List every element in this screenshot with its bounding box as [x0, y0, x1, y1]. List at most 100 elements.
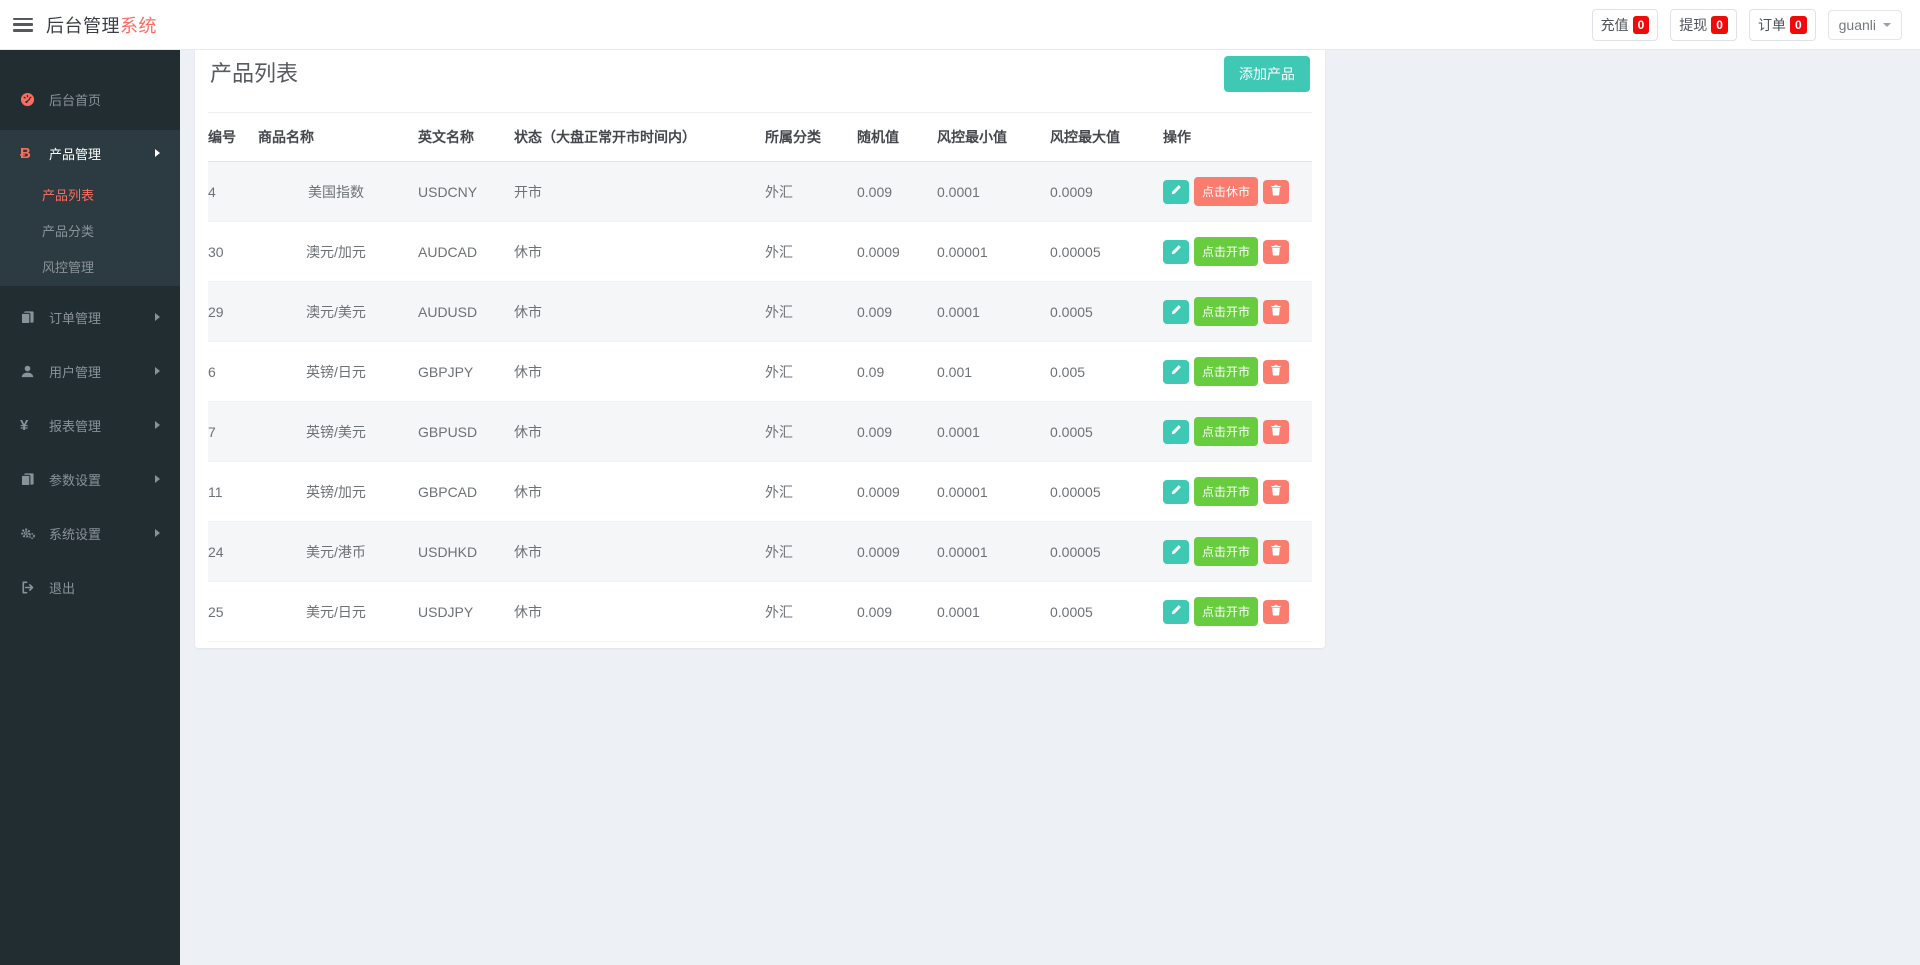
- sidebar-item-param-settings[interactable]: 参数设置: [0, 456, 180, 502]
- toggle-market-button[interactable]: 点击开市: [1194, 237, 1258, 266]
- user-icon: [20, 364, 44, 379]
- cell-risk-max: 0.0005: [1050, 282, 1163, 342]
- brand-title-accent: 系统: [120, 16, 157, 36]
- sidebar-item-label: 用户管理: [49, 362, 101, 381]
- chevron-right-icon: [155, 367, 160, 375]
- toggle-market-button[interactable]: 点击开市: [1194, 297, 1258, 326]
- trash-icon: [1270, 424, 1282, 439]
- sidebar-item-product-manage[interactable]: Ƀ产品管理: [0, 130, 180, 176]
- cell-status: 休市: [514, 582, 765, 642]
- hamburger-menu-icon[interactable]: [13, 18, 33, 32]
- gears-icon: [20, 526, 44, 541]
- cell-category: 外汇: [765, 462, 857, 522]
- sidebar-item-label: 报表管理: [49, 416, 101, 435]
- sidebar-item-order-manage[interactable]: 订单管理: [0, 294, 180, 340]
- sidebar-item-label: 产品管理: [49, 144, 101, 163]
- cell-category: 外汇: [765, 522, 857, 582]
- header-stat-orders[interactable]: 订单0: [1749, 9, 1816, 41]
- toggle-market-button[interactable]: 点击开市: [1194, 597, 1258, 626]
- sidebar-item-system-settings[interactable]: 系统设置: [0, 510, 180, 556]
- pencil-icon: [1170, 364, 1182, 379]
- sidebar-item-report-manage[interactable]: ¥ 报表管理: [0, 402, 180, 448]
- trash-icon: [1270, 184, 1282, 199]
- column-header-2: 英文名称: [418, 113, 514, 162]
- app-header: 后台管理系统 充值0 提现0 订单0 guanli: [0, 0, 1920, 50]
- cell-risk-max: 0.0005: [1050, 582, 1163, 642]
- edit-button[interactable]: [1163, 600, 1189, 624]
- cell-category: 外汇: [765, 402, 857, 462]
- yen-icon: ¥: [20, 418, 44, 433]
- cell-random: 0.009: [857, 162, 937, 222]
- edit-button[interactable]: [1163, 300, 1189, 324]
- column-header-4: 所属分类: [765, 113, 857, 162]
- cell-status: 休市: [514, 462, 765, 522]
- header-stat-recharge[interactable]: 充值0: [1592, 9, 1659, 41]
- column-header-3: 状态（大盘正常开市时间内）: [514, 113, 765, 162]
- toggle-market-button[interactable]: 点击休市: [1194, 177, 1258, 206]
- chevron-right-icon: [155, 149, 160, 157]
- edit-button[interactable]: [1163, 240, 1189, 264]
- sidebar-subitem-product-category[interactable]: 产品分类: [0, 212, 180, 248]
- edit-button[interactable]: [1163, 420, 1189, 444]
- cell-name: 美元/日元: [258, 582, 418, 642]
- dashboard-icon: [20, 92, 44, 107]
- cell-random: 0.009: [857, 402, 937, 462]
- edit-button[interactable]: [1163, 540, 1189, 564]
- add-product-button[interactable]: 添加产品: [1224, 56, 1310, 92]
- delete-button[interactable]: [1263, 600, 1289, 624]
- delete-button[interactable]: [1263, 420, 1289, 444]
- table-row-product-25: 25美元/日元USDJPY休市外汇0.0090.00010.0005点击开市: [208, 582, 1312, 642]
- delete-button[interactable]: [1263, 540, 1289, 564]
- user-menu[interactable]: guanli: [1828, 10, 1902, 40]
- cell-name: 澳元/美元: [258, 282, 418, 342]
- edit-button[interactable]: [1163, 180, 1189, 204]
- cell-risk-max: 0.00005: [1050, 522, 1163, 582]
- cell-risk-max: 0.0005: [1050, 402, 1163, 462]
- table-row-product-11: 11英镑/加元GBPCAD休市外汇0.00090.000010.00005点击开…: [208, 462, 1312, 522]
- delete-button[interactable]: [1263, 300, 1289, 324]
- cell-random: 0.0009: [857, 222, 937, 282]
- chevron-right-icon: [155, 421, 160, 429]
- edit-button[interactable]: [1163, 480, 1189, 504]
- cell-id: 6: [208, 342, 258, 402]
- brand-title: 后台管理系统: [46, 12, 157, 38]
- delete-button[interactable]: [1263, 180, 1289, 204]
- table-row-product-7: 7英镑/美元GBPUSD休市外汇0.0090.00010.0005点击开市: [208, 402, 1312, 462]
- brand-title-dark: 后台管理: [46, 16, 120, 36]
- delete-button[interactable]: [1263, 240, 1289, 264]
- sidebar-item-label: 后台首页: [49, 90, 101, 109]
- sidebar-item-label: 订单管理: [49, 308, 101, 327]
- sidebar-item-logout[interactable]: 退出: [0, 564, 180, 610]
- sidebar-item-dashboard[interactable]: 后台首页: [0, 76, 180, 122]
- stat-label: 订单: [1758, 15, 1786, 35]
- toggle-market-button[interactable]: 点击开市: [1194, 417, 1258, 446]
- page-title: 产品列表: [210, 60, 298, 88]
- edit-button[interactable]: [1163, 360, 1189, 384]
- trash-icon: [1270, 304, 1282, 319]
- sidebar-item-label: 退出: [49, 578, 75, 597]
- caret-down-icon: [1883, 23, 1891, 27]
- cell-status: 休市: [514, 402, 765, 462]
- trash-icon: [1270, 604, 1282, 619]
- cell-risk-max: 0.00005: [1050, 462, 1163, 522]
- delete-button[interactable]: [1263, 360, 1289, 384]
- cell-id: 30: [208, 222, 258, 282]
- cell-random: 0.0009: [857, 522, 937, 582]
- cell-name: 英镑/日元: [258, 342, 418, 402]
- cell-risk-min: 0.0001: [937, 162, 1050, 222]
- sidebar-subitem-risk-manage[interactable]: 风控管理: [0, 248, 180, 284]
- pencil-icon: [1170, 424, 1182, 439]
- main-content: 产品列表 添加产品 编号商品名称英文名称状态（大盘正常开市时间内）所属分类随机值…: [180, 0, 1920, 648]
- toggle-market-button[interactable]: 点击开市: [1194, 537, 1258, 566]
- user-name: guanli: [1839, 17, 1876, 33]
- cell-risk-min: 0.00001: [937, 222, 1050, 282]
- cell-actions: 点击开市: [1163, 402, 1312, 462]
- sidebar-subitem-product-list[interactable]: 产品列表: [0, 176, 180, 212]
- cell-status: 休市: [514, 522, 765, 582]
- header-stat-withdraw[interactable]: 提现0: [1670, 9, 1737, 41]
- toggle-market-button[interactable]: 点击开市: [1194, 357, 1258, 386]
- table-row-product-24: 24美元/港币USDHKD休市外汇0.00090.000010.00005点击开…: [208, 522, 1312, 582]
- sidebar-item-user-manage[interactable]: 用户管理: [0, 348, 180, 394]
- delete-button[interactable]: [1263, 480, 1289, 504]
- toggle-market-button[interactable]: 点击开市: [1194, 477, 1258, 506]
